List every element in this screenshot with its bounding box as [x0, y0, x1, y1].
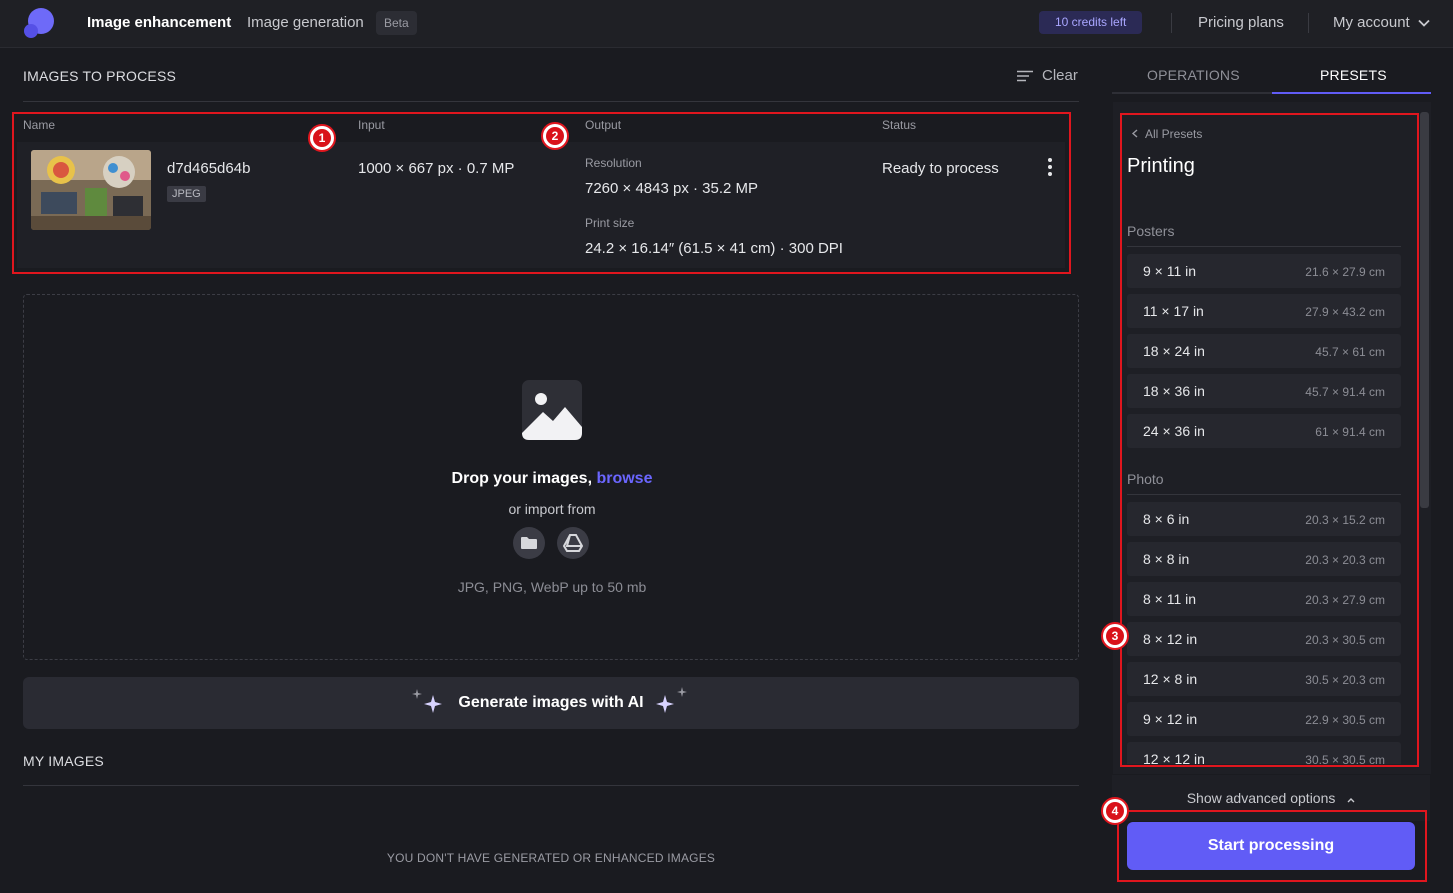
annotation-marker: 4 — [1101, 797, 1129, 825]
empty-state-message: YOU DON'T HAVE GENERATED OR ENHANCED IMA… — [386, 851, 716, 865]
annotation-marker: 2 — [541, 122, 569, 150]
annotation-number: 3 — [1106, 627, 1124, 645]
annotation-box — [1120, 113, 1419, 767]
show-advanced-options-toggle[interactable]: Show advanced options — [1112, 790, 1430, 806]
show-advanced-options-label: Show advanced options — [1186, 790, 1336, 806]
divider — [23, 785, 1079, 786]
annotation-box — [1117, 810, 1427, 882]
chevron-up-icon — [1347, 798, 1355, 803]
annotation-number: 2 — [546, 127, 564, 145]
annotation-marker: 3 — [1101, 622, 1129, 650]
annotation-number: 1 — [313, 129, 331, 147]
annotation-number: 4 — [1106, 802, 1124, 820]
annotation-marker: 1 — [308, 124, 336, 152]
